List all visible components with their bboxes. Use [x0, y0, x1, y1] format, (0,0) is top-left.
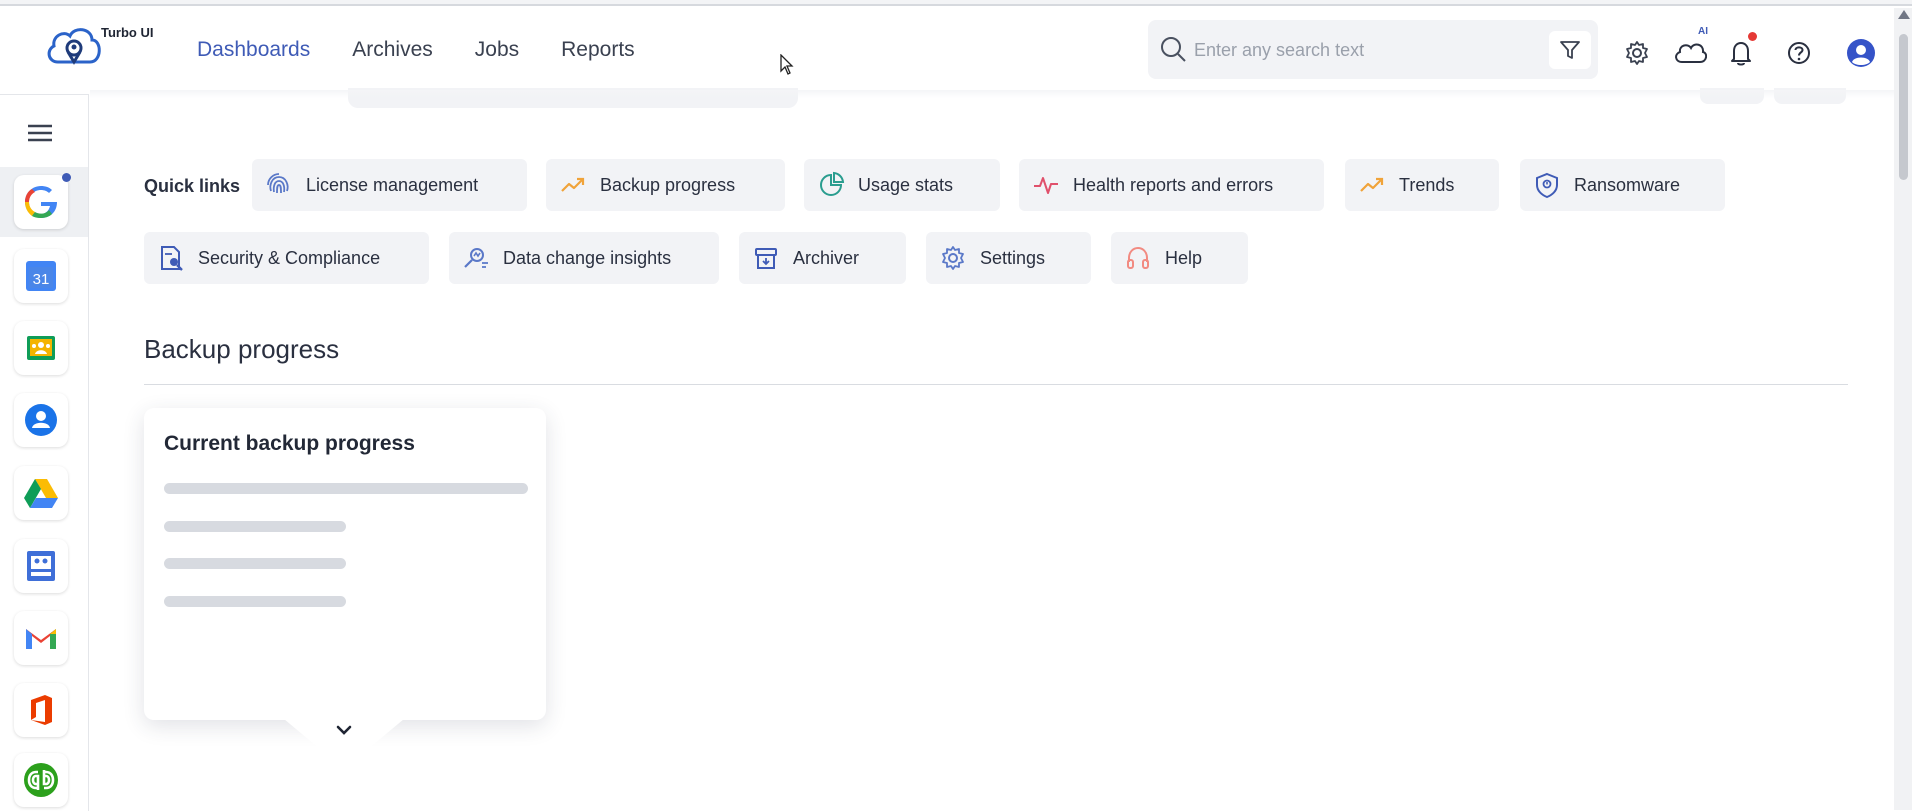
user-profile-button[interactable] — [1846, 38, 1876, 68]
quick-link-label: Help — [1165, 247, 1203, 268]
scroll-up-arrow-icon[interactable] — [1898, 10, 1910, 19]
google-sites-icon — [27, 551, 55, 581]
ai-badge: AI — [1698, 26, 1708, 37]
settings-button[interactable] — [1622, 38, 1652, 68]
ai-assistant-button[interactable] — [1672, 38, 1708, 68]
top-navigation-bar: Turbo UI Dashboards Archives Jobs Report… — [0, 8, 1894, 94]
quick-link-label: Health reports and errors — [1073, 174, 1274, 195]
rail-app-classroom[interactable] — [14, 321, 68, 375]
filter-button[interactable] — [1549, 31, 1591, 69]
section-divider — [144, 384, 1848, 385]
google-contacts-icon — [25, 404, 57, 436]
chevron-down-icon[interactable] — [334, 722, 354, 738]
license-fingerprint-icon — [264, 170, 294, 200]
quick-link-label: Usage stats — [858, 174, 954, 195]
quick-link-ransomware[interactable]: Ransomware — [1520, 159, 1725, 211]
quick-link-data-change-insights[interactable]: Data change insights — [449, 232, 719, 284]
browser-top-edge — [0, 0, 1912, 6]
loading-skeleton-bar — [164, 558, 346, 569]
office-365-icon — [31, 695, 52, 725]
rail-active-dot — [62, 173, 71, 182]
notifications-button[interactable] — [1726, 38, 1756, 68]
nav-jobs[interactable]: Jobs — [475, 38, 519, 62]
quickbooks-icon — [24, 763, 58, 797]
cloud-logo-icon — [47, 28, 101, 65]
loading-skeleton-bar — [164, 483, 528, 494]
current-backup-progress-card: Current backup progress — [144, 408, 546, 749]
hamburger-menu-icon[interactable] — [24, 117, 56, 149]
loading-skeleton-bar — [164, 596, 346, 607]
settings-gear-icon — [1626, 41, 1648, 65]
quick-link-label: Archiver — [793, 247, 860, 268]
search-icon — [1161, 37, 1186, 62]
app-rail: 31 — [0, 94, 89, 811]
section-title: Backup progress — [144, 334, 340, 364]
google-classroom-icon — [27, 336, 55, 360]
quick-link-label: Trends — [1399, 174, 1455, 195]
quick-link-label: Settings — [980, 247, 1046, 268]
nav-reports[interactable]: Reports — [561, 38, 635, 62]
google-calendar-icon: 31 — [26, 261, 56, 291]
rail-app-gmail[interactable] — [14, 611, 68, 665]
search-input[interactable] — [1192, 34, 1526, 66]
rail-app-drive[interactable] — [14, 466, 68, 520]
quick-links-label: Quick links — [144, 176, 241, 196]
quick-link-archiver[interactable]: Archiver — [739, 232, 906, 284]
quick-link-usage-stats[interactable]: Usage stats — [804, 159, 1000, 211]
archive-box-icon — [751, 243, 781, 273]
mouse-cursor-icon — [780, 54, 794, 75]
notification-dot — [1748, 32, 1757, 41]
quick-link-backup-progress[interactable]: Backup progress — [546, 159, 785, 211]
quick-link-settings[interactable]: Settings — [926, 232, 1091, 284]
rail-app-contacts[interactable] — [14, 393, 68, 447]
scrollbar-thumb[interactable] — [1899, 34, 1908, 180]
calendar-day-text: 31 — [33, 271, 50, 288]
quick-link-label: License management — [306, 174, 479, 195]
pulse-icon — [1031, 170, 1061, 200]
ai-cloud-icon — [1675, 43, 1707, 63]
main-nav: Dashboards Archives Jobs Reports — [197, 38, 635, 62]
nav-dashboards[interactable]: Dashboards — [197, 38, 310, 62]
user-avatar-icon — [1847, 39, 1875, 67]
rail-app-google[interactable] — [14, 175, 68, 229]
pie-chart-icon — [816, 170, 846, 200]
quick-link-help[interactable]: Help — [1111, 232, 1248, 284]
filter-icon — [1560, 41, 1580, 59]
settings-gear-icon — [938, 243, 968, 273]
document-search-icon — [156, 243, 186, 273]
google-app-icon — [25, 186, 57, 219]
help-icon — [1788, 42, 1810, 64]
header-shadow — [90, 90, 1894, 98]
rail-app-quickbooks[interactable] — [14, 753, 68, 807]
quick-link-label: Backup progress — [600, 174, 736, 195]
gmail-icon — [26, 629, 56, 649]
insights-search-icon — [461, 243, 491, 273]
quick-link-trends[interactable]: Trends — [1345, 159, 1499, 211]
google-drive-icon — [24, 479, 58, 508]
rail-app-office[interactable] — [14, 683, 68, 737]
quick-link-label: Ransomware — [1574, 174, 1681, 195]
quick-link-security-compliance[interactable]: Security & Compliance — [144, 232, 429, 284]
rail-app-calendar[interactable]: 31 — [14, 249, 68, 303]
headset-icon — [1123, 243, 1153, 273]
rail-app-sites[interactable] — [14, 539, 68, 593]
search-bar — [1148, 20, 1598, 79]
quick-link-health-reports[interactable]: Health reports and errors — [1019, 159, 1324, 211]
trend-up-icon — [1357, 170, 1387, 200]
loading-skeleton-bar — [164, 521, 346, 532]
quick-link-license-management[interactable]: License management — [252, 159, 527, 211]
app-logo-text: Turbo UI — [101, 25, 154, 40]
shield-icon — [1532, 170, 1562, 200]
trend-up-icon — [558, 170, 588, 200]
quick-link-label: Security & Compliance — [198, 247, 381, 268]
nav-archives[interactable]: Archives — [352, 38, 433, 62]
card-title: Current backup progress — [164, 432, 415, 455]
help-button[interactable] — [1784, 38, 1814, 68]
notification-bell-icon — [1731, 42, 1751, 66]
quick-link-label: Data change insights — [503, 247, 672, 268]
